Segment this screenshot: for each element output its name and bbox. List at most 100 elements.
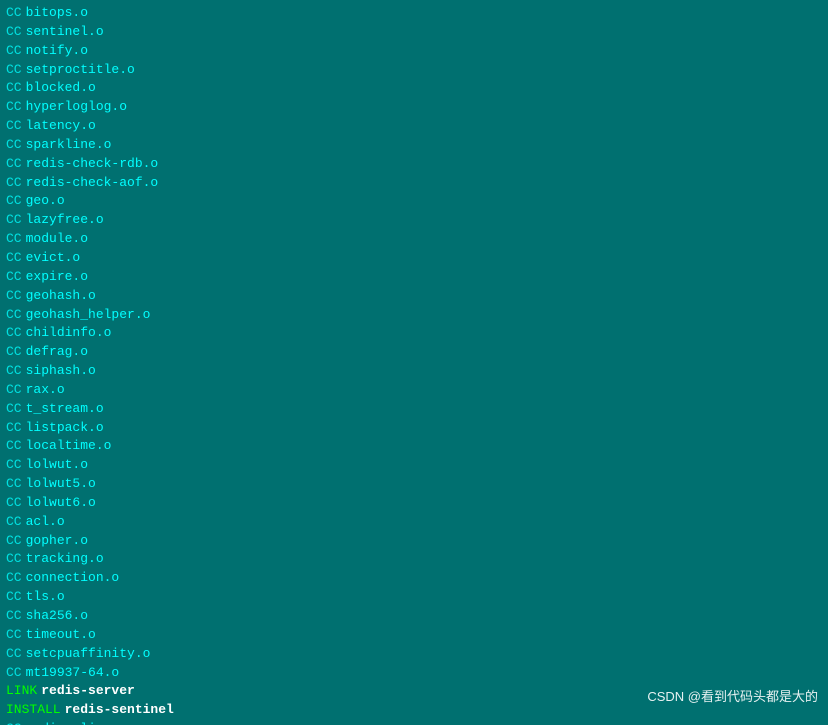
filename: siphash.o [26,362,96,381]
filename: gopher.o [26,532,88,551]
install-label: INSTALL [6,701,61,720]
filename: geohash.o [26,287,96,306]
filename: setproctitle.o [26,61,135,80]
terminal-line: CCtracking.o [6,550,822,569]
terminal-line: CCnotify.o [6,42,822,61]
terminal-line: CCtls.o [6,588,822,607]
terminal-line: CCredis-check-aof.o [6,174,822,193]
terminal-line: CCexpire.o [6,268,822,287]
filename: rax.o [26,381,65,400]
terminal-line: CCchildinfo.o [6,324,822,343]
cc-label: CC [6,437,22,456]
terminal-line: CCsetcpuaffinity.o [6,645,822,664]
terminal-line: CC redis-cli.o [6,720,822,725]
terminal-line: CCgeohash.o [6,287,822,306]
cc-label: CC [6,155,22,174]
cc-label: CC [6,475,22,494]
cc-label: CC [6,268,22,287]
cc-label: CC [6,550,22,569]
cc-label: CC [6,720,22,725]
cc-label: CC [6,343,22,362]
filename: geohash_helper.o [26,306,151,325]
filename: childinfo.o [26,324,112,343]
cc-label: CC [6,42,22,61]
cc-label: CC [6,287,22,306]
cc-label: CC [6,381,22,400]
terminal-line: CCsentinel.o [6,23,822,42]
filename: redis-sentinel [65,701,174,720]
filename: bitops.o [26,4,88,23]
cc-label: CC [6,626,22,645]
terminal-line: CCacl.o [6,513,822,532]
terminal-line: CCbitops.o [6,4,822,23]
cc-label: CC [6,174,22,193]
filename: lolwut6.o [26,494,96,513]
filename: acl.o [26,513,65,532]
terminal-line: CCconnection.o [6,569,822,588]
terminal-line: CClistpack.o [6,419,822,438]
terminal-line: CClazyfree.o [6,211,822,230]
filename: lazyfree.o [26,211,104,230]
filename: tracking.o [26,550,104,569]
terminal-line: CCblocked.o [6,79,822,98]
filename: sentinel.o [26,23,104,42]
filename: redis-server [41,682,135,701]
terminal-line: CCsparkline.o [6,136,822,155]
filename: module.o [26,230,88,249]
terminal-line: CClocaltime.o [6,437,822,456]
cc-label: CC [6,400,22,419]
terminal-line: CCredis-check-rdb.o [6,155,822,174]
cc-label: CC [6,419,22,438]
terminal-line: CCdefrag.o [6,343,822,362]
filename: geo.o [26,192,65,211]
cc-label: CC [6,192,22,211]
watermark: CSDN @看到代码头都是大的 [647,686,818,705]
terminal-line: CChyperloglog.o [6,98,822,117]
cc-label: CC [6,61,22,80]
terminal-line: CCsiphash.o [6,362,822,381]
terminal-line: CCgopher.o [6,532,822,551]
terminal: CCbitops.oCCsentinel.oCCnotify.oCCsetpro… [0,0,828,725]
cc-label: CC [6,456,22,475]
terminal-line: CCtimeout.o [6,626,822,645]
filename: setcpuaffinity.o [26,645,151,664]
cc-label: CC [6,664,22,683]
cc-label: CC [6,79,22,98]
cc-label: CC [6,211,22,230]
cc-label: CC [6,249,22,268]
terminal-line: CCmt19937-64.o [6,664,822,683]
cc-label: CC [6,230,22,249]
filename: sparkline.o [26,136,112,155]
cc-label: CC [6,607,22,626]
filename: redis-check-rdb.o [26,155,159,174]
terminal-line: CClatency.o [6,117,822,136]
filename: lolwut.o [26,456,88,475]
cc-label: CC [6,569,22,588]
filename: connection.o [26,569,120,588]
filename: listpack.o [26,419,104,438]
cc-label: CC [6,513,22,532]
terminal-line: CCrax.o [6,381,822,400]
cc-label: CC [6,98,22,117]
cc-label: CC [6,588,22,607]
filename: defrag.o [26,343,88,362]
terminal-line: CCsetproctitle.o [6,61,822,80]
filename: latency.o [26,117,96,136]
terminal-line: CCgeo.o [6,192,822,211]
cc-label: CC [6,23,22,42]
filename: blocked.o [26,79,96,98]
terminal-line: CClolwut.o [6,456,822,475]
filename: redis-cli.o [26,720,112,725]
terminal-line: CClolwut5.o [6,475,822,494]
cc-label: CC [6,136,22,155]
filename: mt19937-64.o [26,664,120,683]
filename: timeout.o [26,626,96,645]
filename: localtime.o [26,437,112,456]
terminal-line: CCsha256.o [6,607,822,626]
filename: redis-check-aof.o [26,174,159,193]
filename: hyperloglog.o [26,98,127,117]
terminal-line: CCt_stream.o [6,400,822,419]
terminal-line: CCgeohash_helper.o [6,306,822,325]
cc-label: CC [6,324,22,343]
filename: tls.o [26,588,65,607]
